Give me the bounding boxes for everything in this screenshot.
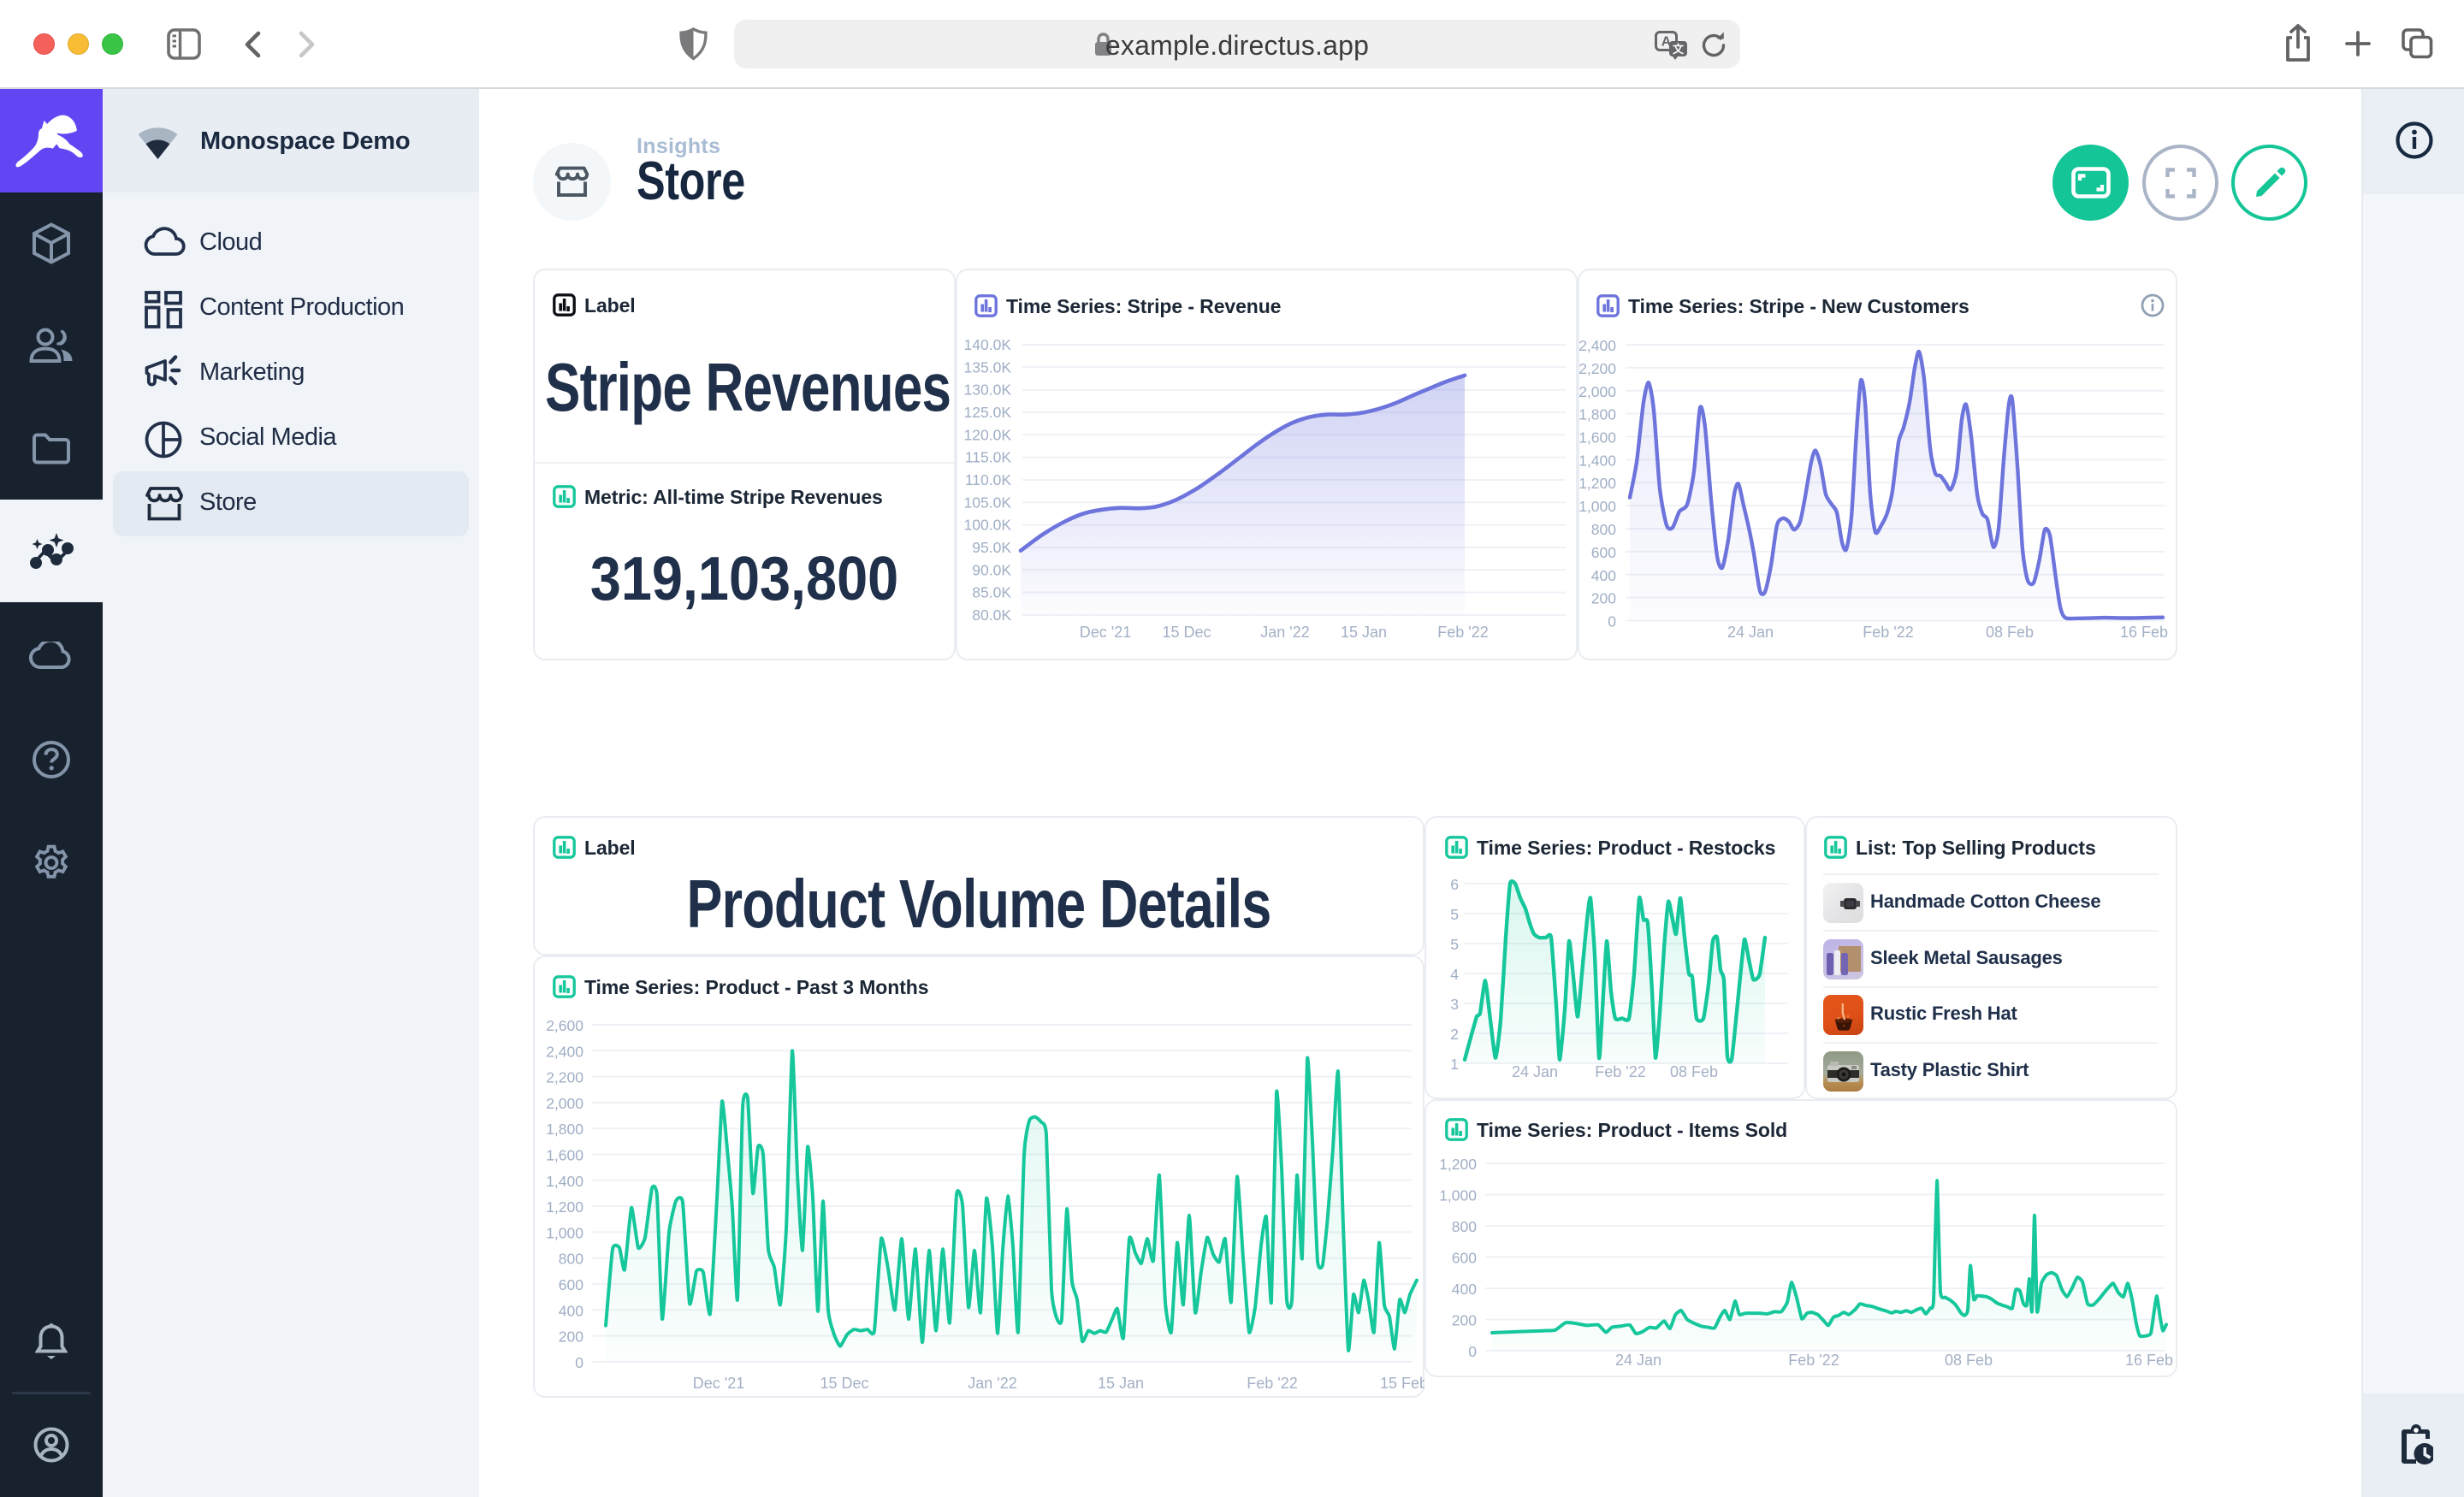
svg-text:2,000: 2,000 [546,1095,583,1112]
svg-text:115.0K: 115.0K [965,449,1011,466]
svg-text:Dec '21: Dec '21 [693,1375,744,1392]
svg-text:90.0K: 90.0K [972,561,1011,578]
svg-text:2,200: 2,200 [1578,360,1616,377]
svg-text:08 Feb: 08 Feb [1670,1063,1718,1080]
svg-text:400: 400 [1591,567,1616,584]
svg-text:Feb '22: Feb '22 [1863,624,1913,641]
svg-text:Feb '22: Feb '22 [1437,624,1488,641]
svg-text:1,200: 1,200 [1439,1156,1477,1173]
svg-text:08 Feb: 08 Feb [1986,624,2034,641]
svg-text:140.0K: 140.0K [964,336,1012,353]
svg-text:1,600: 1,600 [546,1147,583,1164]
svg-text:5: 5 [1450,906,1459,923]
svg-text:2,200: 2,200 [546,1069,583,1086]
svg-text:15 Jan: 15 Jan [1098,1375,1144,1392]
svg-text:105.0K: 105.0K [964,494,1012,511]
svg-text:95.0K: 95.0K [972,539,1011,556]
svg-text:200: 200 [1591,590,1616,607]
svg-text:15 Jan: 15 Jan [1341,624,1387,641]
svg-text:1,800: 1,800 [546,1121,583,1138]
svg-text:2,400: 2,400 [546,1043,583,1060]
svg-text:800: 800 [1591,521,1616,538]
svg-text:0: 0 [1468,1343,1477,1360]
svg-text:110.0K: 110.0K [965,471,1011,488]
svg-text:Feb '22: Feb '22 [1595,1063,1645,1080]
svg-text:1,200: 1,200 [1578,475,1616,492]
svg-text:600: 600 [1452,1250,1477,1267]
svg-text:600: 600 [1591,544,1616,561]
svg-text:130.0K: 130.0K [964,382,1012,399]
svg-text:120.0K: 120.0K [964,426,1012,443]
svg-text:400: 400 [1452,1281,1477,1298]
svg-text:0: 0 [1608,613,1616,630]
svg-text:200: 200 [1452,1312,1477,1329]
svg-text:80.0K: 80.0K [972,606,1011,624]
svg-text:1,400: 1,400 [546,1173,583,1190]
svg-text:1,000: 1,000 [546,1224,583,1241]
svg-text:15 Feb: 15 Feb [1380,1375,1424,1392]
svg-text:2,400: 2,400 [1578,337,1616,354]
svg-text:800: 800 [1452,1218,1477,1235]
svg-text:100.0K: 100.0K [964,517,1012,534]
svg-text:1: 1 [1450,1056,1459,1073]
svg-text:0: 0 [575,1354,583,1371]
svg-text:Jan '22: Jan '22 [1260,624,1309,641]
svg-text:6: 6 [1450,876,1459,893]
svg-text:Feb '22: Feb '22 [1247,1375,1297,1392]
svg-text:1,000: 1,000 [1578,498,1616,515]
svg-text:15 Dec: 15 Dec [820,1375,868,1392]
svg-text:2,600: 2,600 [546,1017,583,1034]
svg-text:Feb '22: Feb '22 [1788,1352,1839,1369]
svg-text:1,400: 1,400 [1578,452,1616,469]
svg-text:1,200: 1,200 [546,1198,583,1216]
svg-text:800: 800 [559,1251,583,1268]
svg-text:400: 400 [559,1302,583,1319]
svg-text:5: 5 [1450,936,1459,953]
svg-text:2: 2 [1450,1026,1459,1043]
svg-text:08 Feb: 08 Feb [1945,1352,1993,1369]
svg-text:Dec '21: Dec '21 [1080,624,1131,641]
svg-text:文: 文 [1673,43,1685,56]
svg-text:Jan '22: Jan '22 [968,1375,1016,1392]
svg-text:24 Jan: 24 Jan [1727,624,1774,641]
svg-text:85.0K: 85.0K [972,584,1011,601]
svg-text:2,000: 2,000 [1578,383,1616,400]
svg-text:4: 4 [1450,966,1459,983]
svg-text:1,600: 1,600 [1578,429,1616,447]
svg-text:24 Jan: 24 Jan [1615,1352,1661,1369]
svg-text:15 Dec: 15 Dec [1162,624,1211,641]
svg-text:3: 3 [1450,996,1459,1013]
svg-text:125.0K: 125.0K [964,404,1012,421]
svg-text:16 Feb: 16 Feb [2120,624,2168,641]
svg-text:24 Jan: 24 Jan [1512,1063,1558,1080]
svg-text:1,000: 1,000 [1439,1187,1477,1204]
svg-text:1,800: 1,800 [1578,406,1616,423]
svg-text:16 Feb: 16 Feb [2125,1352,2173,1369]
svg-text:135.0K: 135.0K [964,358,1012,376]
svg-text:200: 200 [559,1328,583,1346]
svg-text:600: 600 [559,1276,583,1293]
